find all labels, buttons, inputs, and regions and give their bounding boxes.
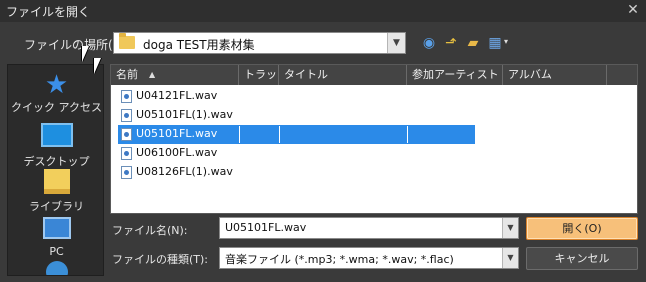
cancel-button[interactable]: キャンセル <box>526 247 638 270</box>
audio-file-icon <box>121 147 132 160</box>
place-label: PC <box>49 245 64 258</box>
list-item[interactable]: U06100FL.wav <box>111 144 637 163</box>
place-network[interactable] <box>8 261 103 275</box>
column-title[interactable]: タイトル <box>279 65 407 85</box>
new-folder-icon[interactable]: ▰ <box>464 34 482 52</box>
mouse-cursor-icon <box>82 46 89 62</box>
sort-ascending-icon: ▲ <box>149 70 156 79</box>
mouse-cursor-icon <box>94 58 101 74</box>
chevron-down-icon[interactable]: ▼ <box>502 248 518 268</box>
library-icon <box>43 169 70 194</box>
filename-input[interactable]: U05101FL.wav ▼ <box>219 217 519 239</box>
file-list[interactable]: 名前 ▲ トラック タイトル 参加アーティスト アルバム U04121FL.wa… <box>110 64 638 214</box>
audio-file-icon <box>121 128 132 141</box>
cell-divider <box>407 126 408 143</box>
pc-icon <box>42 217 71 239</box>
dialog-title: ファイルを開く <box>6 5 91 19</box>
folder-icon <box>119 33 135 49</box>
column-name[interactable]: 名前 ▲ <box>111 65 239 85</box>
column-name-label: 名前 <box>116 68 138 81</box>
view-menu-icon[interactable]: ▦ <box>486 34 504 52</box>
list-header: 名前 ▲ トラック タイトル 参加アーティスト アルバム <box>111 65 637 85</box>
filename-value: U05101FL.wav <box>225 221 307 234</box>
file-name: U06100FL.wav <box>136 146 218 159</box>
places-bar: ★ クイック アクセス デスクトップ ライブラリ PC <box>7 64 104 276</box>
back-icon[interactable]: ◉ <box>420 34 438 52</box>
file-name: U05101FL.wav <box>136 127 218 140</box>
view-menu-arrow-icon[interactable]: ▾ <box>504 37 508 46</box>
place-desktop[interactable]: デスクトップ <box>8 123 103 169</box>
file-name: U05101FL(1).wav <box>136 108 233 121</box>
close-icon[interactable]: ✕ <box>624 1 642 19</box>
list-item[interactable]: U05101FL(1).wav <box>111 106 637 125</box>
chevron-down-icon[interactable]: ▼ <box>502 218 518 238</box>
location-label: ファイルの場所(I): <box>24 38 125 52</box>
column-filler <box>607 65 637 85</box>
column-album[interactable]: アルバム <box>503 65 607 85</box>
filetype-label: ファイルの種類(T): <box>112 253 209 266</box>
desktop-icon <box>40 123 73 147</box>
filetype-value: 音楽ファイル (*.mp3; *.wma; *.wav; *.flac) <box>225 253 454 266</box>
open-button[interactable]: 開く(O) <box>526 217 638 240</box>
filename-label: ファイル名(N): <box>112 224 188 237</box>
place-library[interactable]: ライブラリ <box>8 169 103 214</box>
up-folder-icon[interactable]: ⬏ <box>442 34 460 52</box>
place-label: デスクトップ <box>23 155 90 168</box>
list-item[interactable]: U04121FL.wav <box>111 87 637 106</box>
audio-file-icon <box>121 90 132 103</box>
filetype-select[interactable]: 音楽ファイル (*.mp3; *.wma; *.wav; *.flac) ▼ <box>219 247 519 269</box>
place-label: ライブラリ <box>29 200 84 213</box>
cell-divider <box>239 126 240 143</box>
star-icon: ★ <box>44 70 69 100</box>
column-artist[interactable]: 参加アーティスト <box>407 65 503 85</box>
location-value: doga TEST用素材集 <box>143 38 255 52</box>
list-item[interactable]: U08126FL(1).wav <box>111 163 637 182</box>
list-item-selected[interactable]: U05101FL.wav <box>111 125 637 144</box>
place-quick-access[interactable]: ★ クイック アクセス <box>8 70 103 115</box>
location-combobox[interactable]: doga TEST用素材集 ▼ <box>113 32 406 54</box>
place-pc[interactable]: PC <box>8 217 103 258</box>
network-icon <box>45 261 68 275</box>
cell-divider <box>279 126 280 143</box>
audio-file-icon <box>121 166 132 179</box>
file-name: U04121FL.wav <box>136 89 218 102</box>
chevron-down-icon[interactable]: ▼ <box>387 33 405 53</box>
title-bar <box>0 0 646 22</box>
place-label: クイック アクセス <box>11 101 102 114</box>
file-name: U08126FL(1).wav <box>136 165 233 178</box>
audio-file-icon <box>121 109 132 122</box>
column-track[interactable]: トラック <box>239 65 279 85</box>
